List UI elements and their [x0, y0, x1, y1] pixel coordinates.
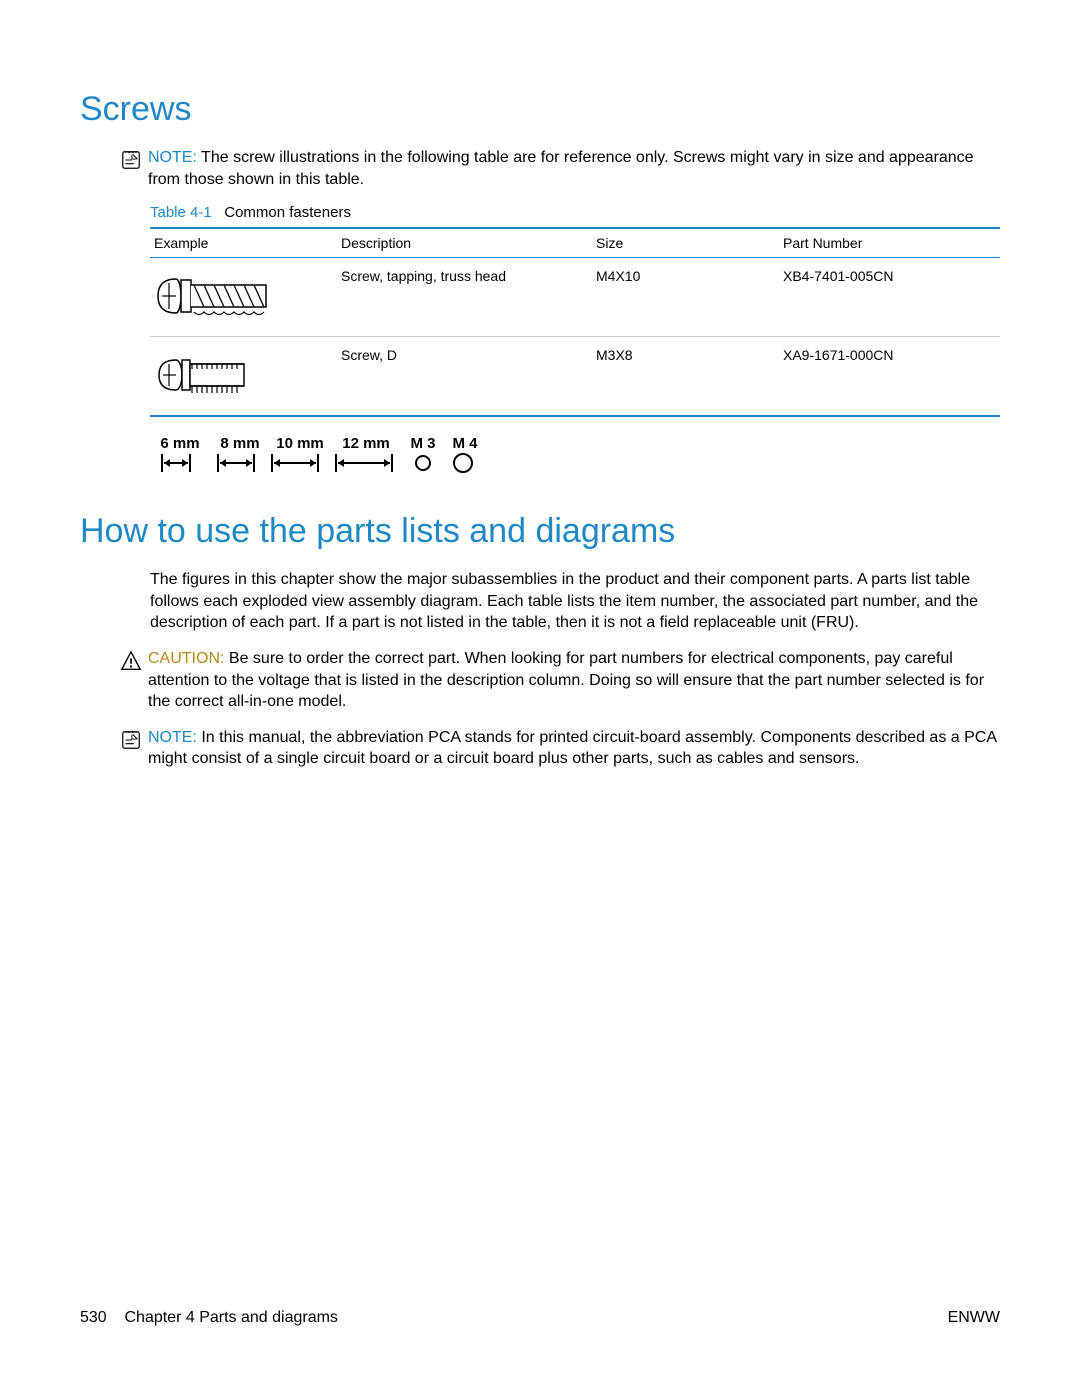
table-caption: Table 4-1 Common fasteners [150, 204, 1000, 221]
screw-d-icon [154, 347, 274, 402]
ruler-m3: M 3 [402, 435, 444, 452]
table-header-row: Example Description Size Part Number [150, 228, 1000, 258]
measurement-ruler: 6 mm 8 mm 10 mm 12 mm M 3 M 4 [150, 435, 1000, 478]
cell-size: M3X8 [592, 337, 779, 417]
ruler-10mm: 10 mm [270, 435, 330, 452]
cell-size: M4X10 [592, 258, 779, 337]
cell-part: XB4-7401-005CN [779, 258, 1000, 337]
heading-how-to: How to use the parts lists and diagrams [80, 512, 1000, 551]
note-icon [120, 729, 142, 758]
ruler-6mm: 6 mm [150, 435, 210, 452]
table-title: Common fasteners [224, 204, 351, 221]
footer-chapter: Chapter 4 Parts and diagrams [124, 1309, 337, 1326]
cell-desc: Screw, D [337, 337, 592, 417]
cell-part: XA9-1671-000CN [779, 337, 1000, 417]
caution-text: Be sure to order the correct part. When … [148, 650, 984, 710]
cell-desc: Screw, tapping, truss head [337, 258, 592, 337]
note-text: In this manual, the abbreviation PCA sta… [148, 729, 996, 768]
cell-example [150, 337, 337, 417]
note-icon [120, 149, 142, 178]
ruler-m4: M 4 [444, 435, 486, 452]
note-label: NOTE: [148, 729, 197, 746]
caution-block: CAUTION: Be sure to order the correct pa… [120, 648, 1000, 713]
footer-page: 530 [80, 1309, 107, 1326]
th-part: Part Number [779, 228, 1000, 258]
footer-right: ENWW [948, 1309, 1000, 1327]
note-label: NOTE: [148, 149, 197, 166]
page-footer: 530 Chapter 4 Parts and diagrams ENWW [80, 1309, 1000, 1327]
table-row: Screw, D M3X8 XA9-1671-000CN [150, 337, 1000, 417]
ruler-12mm: 12 mm [330, 435, 402, 452]
ruler-marks-icon [150, 452, 490, 474]
ruler-8mm: 8 mm [210, 435, 270, 452]
th-description: Description [337, 228, 592, 258]
th-size: Size [592, 228, 779, 258]
note-block-1: NOTE: The screw illustrations in the fol… [120, 147, 1000, 190]
note-block-2: NOTE: In this manual, the abbreviation P… [120, 727, 1000, 770]
screw-truss-icon [154, 268, 274, 323]
cell-example [150, 258, 337, 337]
th-example: Example [150, 228, 337, 258]
heading-screws: Screws [80, 90, 1000, 129]
body-paragraph: The figures in this chapter show the maj… [150, 569, 1000, 634]
table-number: Table 4-1 [150, 204, 212, 221]
fasteners-table: Example Description Size Part Number [150, 227, 1000, 417]
note-text: The screw illustrations in the following… [148, 149, 974, 188]
caution-label: CAUTION: [148, 650, 224, 667]
caution-icon [120, 650, 142, 679]
table-row: Screw, tapping, truss head M4X10 XB4-740… [150, 258, 1000, 337]
